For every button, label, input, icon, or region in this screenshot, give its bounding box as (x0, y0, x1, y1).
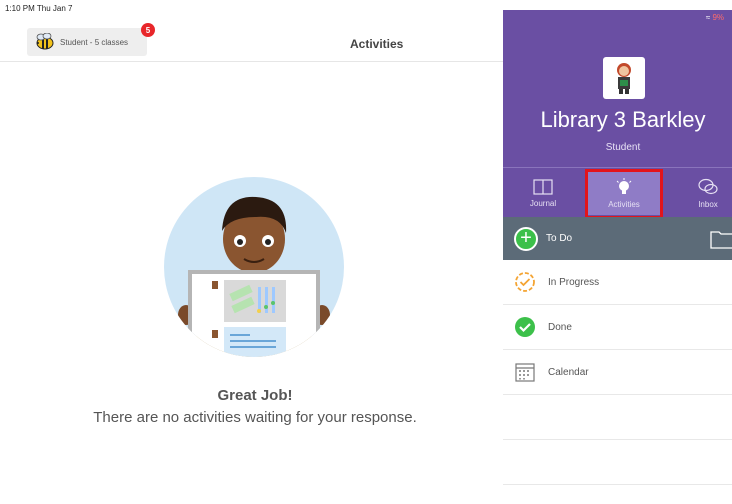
folder-icon[interactable] (710, 229, 732, 249)
add-icon[interactable]: + (514, 226, 538, 251)
header-divider (0, 61, 503, 62)
account-label: Student - 5 classes (60, 37, 129, 47)
empty-list-row (503, 395, 732, 440)
list-item-calendar[interactable]: Calendar (503, 350, 732, 395)
bee-icon (33, 32, 55, 51)
list-item-label: Calendar (548, 366, 589, 378)
empty-list-row (503, 440, 732, 485)
tab-journal[interactable]: Journal (518, 168, 568, 218)
empty-state-message: There are no activities waiting for your… (93, 409, 417, 426)
calendar-icon (515, 363, 535, 382)
avatar[interactable] (603, 57, 645, 99)
list-item-label: Done (548, 321, 572, 333)
tab-inbox[interactable]: Inbox (683, 168, 732, 218)
book-icon (533, 178, 553, 195)
empty-state-title: Great Job! (217, 387, 293, 404)
profile-header: ≈ 9% Library 3 Barkley Student (503, 10, 732, 167)
side-panel: ≈ 9% Library 3 Barkley Student Journal A… (503, 10, 732, 504)
tab-journal-label: Journal (529, 198, 557, 208)
todo-row[interactable]: + To Do (503, 217, 732, 260)
panel-tabs: Journal Activities Inbox (503, 167, 732, 219)
wifi-icon: ≈ (705, 13, 711, 22)
empty-state-illustration (164, 177, 344, 357)
list-item-label: In Progress (548, 276, 600, 288)
tab-inbox-label: Inbox (698, 199, 718, 209)
list-item-done[interactable]: Done (503, 305, 732, 350)
page-title: Activities (350, 37, 404, 51)
list-item-in-progress[interactable]: In Progress (503, 260, 732, 305)
wifi-battery-status: ≈ 9% (706, 13, 724, 22)
done-check-icon (515, 317, 535, 337)
status-time: 1:10 PM Thu Jan 7 (5, 4, 73, 13)
notification-badge: 5 (141, 23, 155, 37)
battery-level: 9% (712, 13, 724, 22)
tab-activities[interactable]: Activities (585, 168, 663, 219)
user-name: Library 3 Barkley (540, 107, 706, 132)
user-role: Student (605, 142, 641, 153)
lightbulb-icon (616, 177, 632, 194)
chat-icon (698, 178, 718, 194)
account-switcher[interactable]: Student - 5 classes (27, 28, 147, 56)
todo-label: To Do (546, 233, 573, 244)
tab-activities-label: Activities (608, 199, 640, 209)
in-progress-icon (515, 272, 535, 292)
